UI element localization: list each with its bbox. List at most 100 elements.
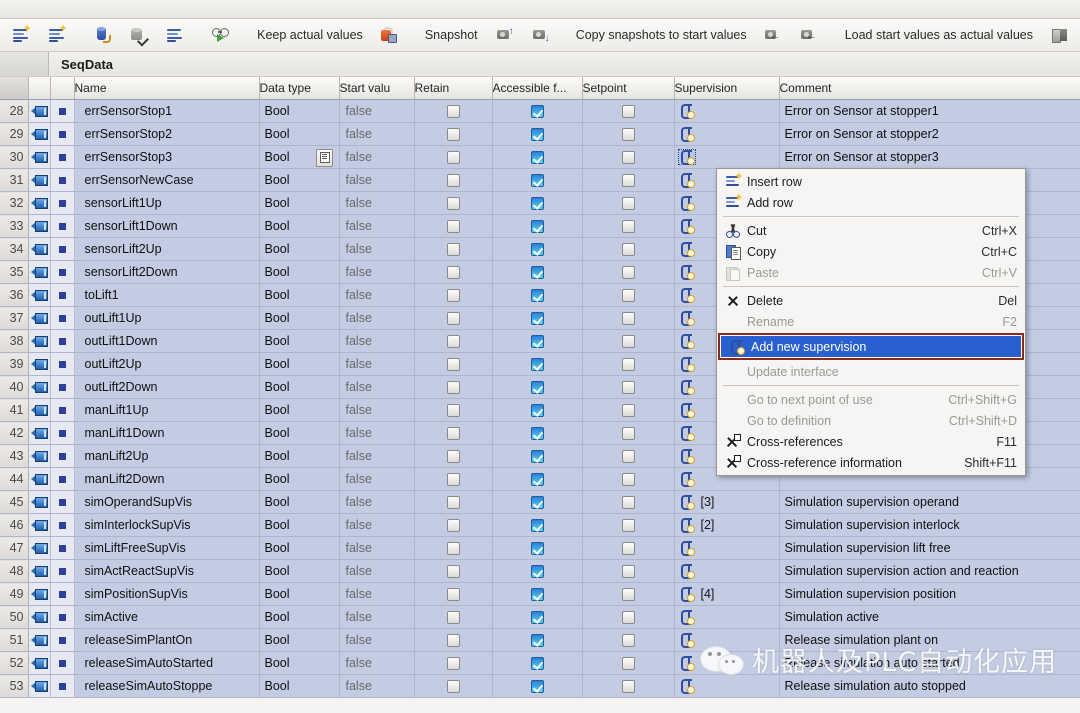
cell-accessible[interactable]: [492, 168, 583, 192]
supervision-icon[interactable]: [679, 403, 695, 419]
menu-item-copy[interactable]: Copy Ctrl+C: [717, 241, 1025, 262]
cell-supervision[interactable]: [674, 605, 780, 629]
cell-setpoint[interactable]: [582, 582, 675, 606]
supervision-icon[interactable]: [679, 564, 695, 580]
cell-comment[interactable]: Simulation supervision operand: [779, 490, 1080, 514]
cell-start-value[interactable]: false: [339, 352, 415, 376]
cell-accessible[interactable]: [492, 490, 583, 514]
cell-accessible[interactable]: [492, 191, 583, 215]
supervision-icon[interactable]: [679, 518, 695, 534]
cell-setpoint[interactable]: [582, 490, 675, 514]
accessible-checkbox[interactable]: [530, 381, 544, 395]
cell-data-type[interactable]: Bool: [259, 490, 340, 514]
cell-start-value[interactable]: false: [339, 513, 415, 537]
cell-data-type[interactable]: Bool: [259, 99, 340, 123]
cell-start-value[interactable]: false: [339, 605, 415, 629]
cell-name[interactable]: simLiftFreeSupVis: [74, 536, 260, 560]
cell-data-type[interactable]: Bool: [259, 582, 340, 606]
table-row[interactable]: 52 releaseSimAutoStarted Bool false Release …: [0, 651, 1080, 675]
retain-checkbox[interactable]: [446, 634, 460, 648]
cell-name[interactable]: errSensorStop1: [74, 99, 260, 123]
cell-name[interactable]: manLift2Up: [74, 444, 260, 468]
cell-name[interactable]: sensorLift2Up: [74, 237, 260, 261]
menu-item-add-new-supervision[interactable]: Add new supervision: [720, 335, 1022, 358]
supervision-icon[interactable]: [679, 104, 695, 120]
accessible-checkbox[interactable]: [530, 496, 544, 510]
supervision-icon[interactable]: [679, 656, 695, 672]
cell-data-type[interactable]: Bool: [259, 605, 340, 629]
cell-supervision[interactable]: [2]: [674, 513, 780, 537]
keep-actual-values-button[interactable]: Keep actual values: [250, 21, 370, 49]
accessible-checkbox[interactable]: [530, 220, 544, 234]
load-start-values-as-actual-values-button[interactable]: Load start values as actual values: [838, 21, 1040, 49]
accessible-checkbox[interactable]: [530, 680, 544, 694]
table-row[interactable]: 50 simActive Bool false Simulation active: [0, 605, 1080, 629]
load-start-values-button[interactable]: [1042, 21, 1076, 49]
column-header-accessible[interactable]: Accessible f...: [492, 77, 583, 100]
accessible-checkbox[interactable]: [530, 151, 544, 165]
cell-data-type[interactable]: Bool: [259, 283, 340, 307]
retain-button[interactable]: [86, 21, 120, 49]
cell-setpoint[interactable]: [582, 375, 675, 399]
cell-accessible[interactable]: [492, 329, 583, 353]
cell-retain[interactable]: [414, 628, 493, 652]
snapshot-down-button[interactable]: ↓: [523, 21, 557, 49]
supervision-icon[interactable]: [679, 265, 695, 281]
setpoint-checkbox[interactable]: [621, 243, 635, 257]
cell-data-type[interactable]: Bool: [259, 674, 340, 698]
setpoint-checkbox[interactable]: [621, 680, 635, 694]
cell-data-type[interactable]: Bool: [259, 651, 340, 675]
retain-checkbox[interactable]: [446, 335, 460, 349]
cell-accessible[interactable]: [492, 214, 583, 238]
cell-retain[interactable]: [414, 214, 493, 238]
supervision-icon[interactable]: [679, 633, 695, 649]
cell-data-type[interactable]: Bool: [259, 467, 340, 491]
column-header-name[interactable]: Name: [74, 77, 260, 100]
cell-data-type[interactable]: Bool: [259, 559, 340, 583]
cell-accessible[interactable]: [492, 444, 583, 468]
cell-setpoint[interactable]: [582, 536, 675, 560]
cell-start-value[interactable]: false: [339, 306, 415, 330]
setpoint-checkbox[interactable]: [621, 427, 635, 441]
cell-start-value[interactable]: false: [339, 329, 415, 353]
retain-checkbox[interactable]: [446, 358, 460, 372]
table-row[interactable]: 28 errSensorStop1 Bool false Error on Sensor…: [0, 99, 1080, 123]
cell-start-value[interactable]: false: [339, 582, 415, 606]
cell-start-value[interactable]: false: [339, 99, 415, 123]
cell-retain[interactable]: [414, 559, 493, 583]
cell-retain[interactable]: [414, 651, 493, 675]
cell-setpoint[interactable]: [582, 421, 675, 445]
retain-checkbox[interactable]: [446, 611, 460, 625]
cell-comment[interactable]: Simulation supervision action and reacti…: [779, 559, 1080, 583]
setpoint-checkbox[interactable]: [621, 519, 635, 533]
cell-retain[interactable]: [414, 191, 493, 215]
cell-setpoint[interactable]: [582, 605, 675, 629]
cell-accessible[interactable]: [492, 398, 583, 422]
supervision-icon[interactable]: [679, 587, 695, 603]
cell-data-type[interactable]: Bool: [259, 421, 340, 445]
cell-start-value[interactable]: false: [339, 237, 415, 261]
supervision-icon[interactable]: [679, 173, 695, 189]
cell-comment[interactable]: Error on Sensor at stopper1: [779, 99, 1080, 123]
cell-start-value[interactable]: false: [339, 260, 415, 284]
accessible-checkbox[interactable]: [530, 473, 544, 487]
cell-start-value[interactable]: false: [339, 536, 415, 560]
cell-data-type[interactable]: Bool: [259, 168, 340, 192]
data-type-selector-button[interactable]: [316, 148, 333, 167]
cell-data-type[interactable]: Bool: [259, 536, 340, 560]
cell-retain[interactable]: [414, 99, 493, 123]
cell-data-type[interactable]: Bool: [259, 191, 340, 215]
cell-retain[interactable]: [414, 260, 493, 284]
cell-start-value[interactable]: false: [339, 467, 415, 491]
cell-retain[interactable]: [414, 536, 493, 560]
accessible-checkbox[interactable]: [530, 335, 544, 349]
accessible-checkbox[interactable]: [530, 427, 544, 441]
cell-data-type[interactable]: Bool: [259, 375, 340, 399]
cell-retain[interactable]: [414, 122, 493, 146]
retain-checkbox[interactable]: [446, 151, 460, 165]
cell-name[interactable]: simOperandSupVis: [74, 490, 260, 514]
accessible-checkbox[interactable]: [530, 657, 544, 671]
cell-setpoint[interactable]: [582, 306, 675, 330]
accessible-checkbox[interactable]: [530, 197, 544, 211]
cell-setpoint[interactable]: [582, 398, 675, 422]
